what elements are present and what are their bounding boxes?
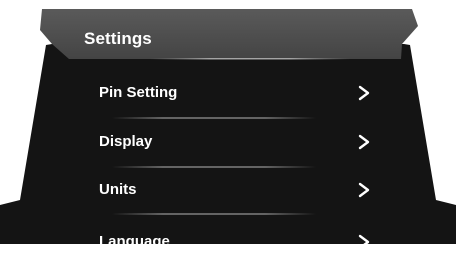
chevron-right-icon (358, 134, 370, 150)
chevron-right-icon (358, 234, 370, 250)
menu-item-label: Pin Setting (99, 84, 178, 101)
menu-item-pin-setting[interactable]: Pin Setting (80, 71, 380, 115)
chevron-right-icon (358, 85, 370, 101)
menu-divider (112, 117, 316, 119)
menu-item-units[interactable]: Units (80, 168, 380, 212)
chevron-right-icon (358, 182, 370, 198)
menu-item-label: Display (99, 133, 153, 150)
menu-item-language[interactable]: Language (80, 220, 380, 264)
menu-item-label: Language (99, 233, 170, 250)
device-screen: Settings Pin Setting Display Units Langu… (0, 0, 456, 250)
menu-item-display[interactable]: Display (80, 120, 380, 164)
settings-menu: Pin Setting Display Units Language (0, 0, 456, 250)
menu-item-label: Units (99, 181, 137, 198)
menu-divider (112, 213, 316, 215)
